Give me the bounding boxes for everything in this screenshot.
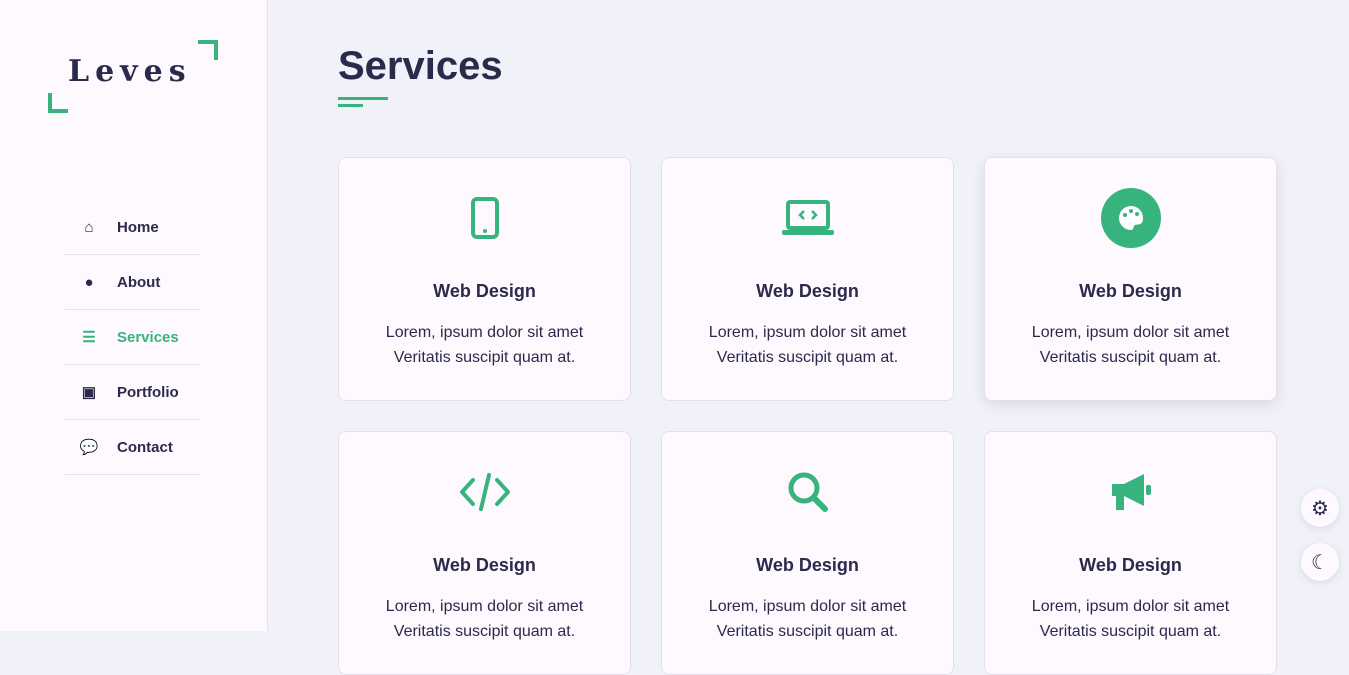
title-underline bbox=[338, 104, 363, 107]
card-title: Web Design bbox=[756, 281, 859, 301]
code-icon bbox=[339, 462, 630, 522]
card-title: Web Design bbox=[433, 555, 536, 575]
card-line: Veritatis suscipit quam at. bbox=[1039, 623, 1222, 640]
nav-item-home[interactable]: ⌂ Home bbox=[65, 200, 200, 255]
nav-label: About bbox=[117, 273, 161, 291]
card-line: Lorem, ipsum dolor sit amet bbox=[385, 324, 584, 341]
mobile-icon bbox=[339, 188, 630, 248]
user-icon: ● bbox=[84, 273, 94, 291]
service-card[interactable]: Web Design Lorem, ipsum dolor sit amet Ve… bbox=[661, 157, 954, 401]
card-title: Web Design bbox=[433, 281, 536, 301]
settings-button[interactable]: ⚙ bbox=[1301, 489, 1339, 527]
card-title: Web Design bbox=[1079, 281, 1182, 301]
logo-text: Leves bbox=[68, 54, 192, 89]
service-card[interactable]: Web Design Lorem, ipsum dolor sit amet Ve… bbox=[984, 157, 1277, 401]
logo-corner bbox=[198, 40, 218, 60]
card-line: Lorem, ipsum dolor sit amet bbox=[1031, 324, 1230, 341]
card-description: Lorem, ipsum dolor sit amet Veritatis sus… bbox=[985, 320, 1276, 370]
search-icon bbox=[662, 462, 953, 522]
nav-label: Contact bbox=[117, 438, 173, 456]
logo[interactable]: Leves bbox=[48, 40, 218, 113]
palette-icon bbox=[985, 188, 1276, 248]
gear-icon: ⚙ bbox=[1311, 497, 1329, 520]
logo-corner bbox=[48, 93, 68, 113]
card-description: Lorem, ipsum dolor sit amet Veritatis sus… bbox=[662, 594, 953, 644]
card-line: Lorem, ipsum dolor sit amet bbox=[708, 324, 907, 341]
card-line: Veritatis suscipit quam at. bbox=[1039, 349, 1222, 366]
nav-menu: ⌂ Home ● About ☰ Services ▣ Portfolio 💬 Conta… bbox=[65, 200, 200, 475]
service-card[interactable]: Web Design Lorem, ipsum dolor sit amet Ve… bbox=[661, 431, 954, 675]
card-description: Lorem, ipsum dolor sit amet Veritatis sus… bbox=[985, 594, 1276, 644]
card-description: Lorem, ipsum dolor sit amet Veritatis sus… bbox=[339, 320, 630, 370]
card-line: Lorem, ipsum dolor sit amet bbox=[385, 598, 584, 615]
service-card[interactable]: Web Design Lorem, ipsum dolor sit amet Ve… bbox=[338, 431, 631, 675]
card-line: Veritatis suscipit quam at. bbox=[393, 349, 576, 366]
nav-label: Services bbox=[117, 328, 179, 346]
dark-mode-toggle[interactable]: ☾ bbox=[1301, 543, 1339, 581]
card-line: Veritatis suscipit quam at. bbox=[393, 623, 576, 640]
card-title: Web Design bbox=[1079, 555, 1182, 575]
nav-item-about[interactable]: ● About bbox=[65, 255, 200, 310]
nav-label: Home bbox=[117, 218, 159, 236]
nav-item-services[interactable]: ☰ Services bbox=[65, 310, 200, 365]
title-underline bbox=[338, 97, 388, 100]
service-card[interactable]: Web Design Lorem, ipsum dolor sit amet Ve… bbox=[338, 157, 631, 401]
nav-item-portfolio[interactable]: ▣ Portfolio bbox=[65, 365, 200, 420]
card-description: Lorem, ipsum dolor sit amet Veritatis sus… bbox=[662, 320, 953, 370]
page-title: Services bbox=[338, 44, 503, 88]
card-line: Veritatis suscipit quam at. bbox=[716, 623, 899, 640]
briefcase-icon: ▣ bbox=[81, 384, 97, 401]
card-line: Veritatis suscipit quam at. bbox=[716, 349, 899, 366]
laptop-code-icon bbox=[662, 188, 953, 248]
comments-icon: 💬 bbox=[79, 439, 99, 456]
card-title: Web Design bbox=[756, 555, 859, 575]
nav-item-contact[interactable]: 💬 Contact bbox=[65, 420, 200, 475]
sidebar: Leves ⌂ Home ● About ☰ Services ▣ Portfolio … bbox=[0, 0, 268, 631]
card-line: Lorem, ipsum dolor sit amet bbox=[708, 598, 907, 615]
service-card[interactable]: Web Design Lorem, ipsum dolor sit amet Ve… bbox=[984, 431, 1277, 675]
list-icon: ☰ bbox=[82, 329, 96, 346]
card-description: Lorem, ipsum dolor sit amet Veritatis sus… bbox=[339, 594, 630, 644]
home-icon: ⌂ bbox=[84, 218, 94, 236]
nav-label: Portfolio bbox=[117, 383, 179, 401]
moon-icon: ☾ bbox=[1311, 551, 1329, 574]
card-line: Lorem, ipsum dolor sit amet bbox=[1031, 598, 1230, 615]
bullhorn-icon bbox=[985, 462, 1276, 522]
